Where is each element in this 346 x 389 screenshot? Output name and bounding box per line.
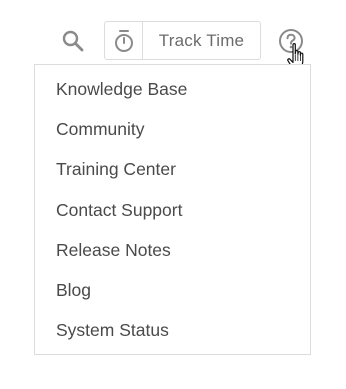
track-time-button[interactable]: Track Time xyxy=(104,21,261,60)
help-dropdown-menu: Knowledge Base Community Training Center… xyxy=(34,64,311,355)
help-button[interactable] xyxy=(276,26,306,56)
menu-item-knowledge-base[interactable]: Knowledge Base xyxy=(35,69,310,109)
top-toolbar: Track Time xyxy=(0,0,346,69)
menu-item-system-status[interactable]: System Status xyxy=(35,311,310,351)
help-circle-icon xyxy=(279,29,303,53)
menu-item-blog[interactable]: Blog xyxy=(35,270,310,310)
stopwatch-icon-container xyxy=(105,22,143,59)
track-time-label: Track Time xyxy=(158,30,245,50)
stopwatch-icon xyxy=(114,29,133,52)
menu-item-release-notes[interactable]: Release Notes xyxy=(35,230,310,270)
menu-item-training-center[interactable]: Training Center xyxy=(35,150,310,190)
search-icon xyxy=(62,30,84,52)
menu-item-contact-support[interactable]: Contact Support xyxy=(35,190,310,230)
menu-item-community[interactable]: Community xyxy=(35,109,310,149)
search-button[interactable] xyxy=(58,26,88,56)
